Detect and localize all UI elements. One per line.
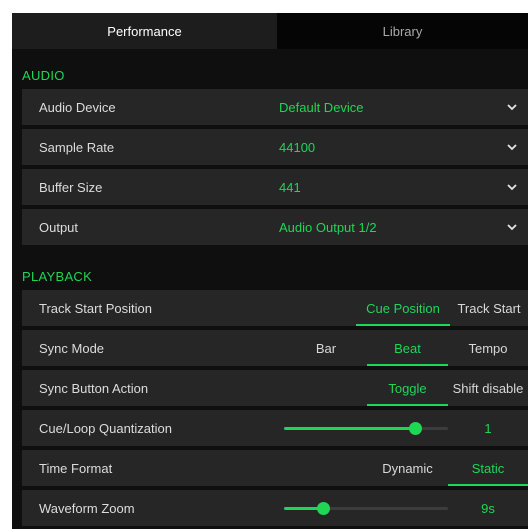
chevron-down-icon xyxy=(507,144,517,151)
option-bar[interactable]: Bar xyxy=(286,330,366,366)
sync-button-action-row: Sync Button Action Toggle Shift disable xyxy=(22,370,528,406)
audio-device-select[interactable]: Audio Device Default Device xyxy=(22,89,528,125)
output-value: Audio Output 1/2 xyxy=(279,219,377,235)
time-format-label: Time Format xyxy=(39,460,113,476)
sync-button-action-label: Sync Button Action xyxy=(39,380,149,396)
option-track-start[interactable]: Track Start xyxy=(450,290,528,326)
option-beat[interactable]: Beat xyxy=(367,330,448,366)
sync-mode-label: Sync Mode xyxy=(39,340,105,356)
tab-performance[interactable]: Performance xyxy=(12,13,277,49)
option-dynamic[interactable]: Dynamic xyxy=(367,450,448,486)
playback-section-title: PLAYBACK xyxy=(22,269,93,284)
audio-device-value: Default Device xyxy=(279,99,364,115)
waveform-zoom-label: Waveform Zoom xyxy=(39,500,135,516)
waveform-zoom-value: 9s xyxy=(481,500,495,516)
cue-loop-quantization-label: Cue/Loop Quantization xyxy=(39,420,172,436)
chevron-down-icon xyxy=(507,224,517,231)
preferences-window: Performance Library AUDIO Audio Device D… xyxy=(12,13,528,529)
option-tempo[interactable]: Tempo xyxy=(448,330,528,366)
buffer-size-label: Buffer Size xyxy=(39,179,103,195)
option-shift-disable[interactable]: Shift disable xyxy=(448,370,528,406)
sample-rate-select[interactable]: Sample Rate 44100 xyxy=(22,129,528,165)
cue-loop-quantization-value: 1 xyxy=(484,420,492,436)
track-start-position-row: Track Start Position Cue Position Track … xyxy=(22,290,528,326)
sync-mode-row: Sync Mode Bar Beat Tempo xyxy=(22,330,528,366)
slider-thumb[interactable] xyxy=(409,422,423,435)
slider-fill xyxy=(284,427,416,430)
buffer-size-select[interactable]: Buffer Size 441 xyxy=(22,169,528,205)
sample-rate-value: 44100 xyxy=(279,139,316,155)
chevron-down-icon xyxy=(507,184,517,191)
chevron-down-icon xyxy=(507,104,517,111)
sample-rate-label: Sample Rate xyxy=(39,139,115,155)
waveform-zoom-slider[interactable] xyxy=(284,490,448,526)
option-toggle[interactable]: Toggle xyxy=(367,370,448,406)
option-static[interactable]: Static xyxy=(448,450,528,486)
option-cue-position[interactable]: Cue Position xyxy=(356,290,450,326)
tab-library[interactable]: Library xyxy=(277,13,528,49)
waveform-zoom-row: Waveform Zoom 9s xyxy=(22,490,528,526)
audio-section-title: AUDIO xyxy=(22,68,65,83)
cue-loop-quantization-row: Cue/Loop Quantization 1 xyxy=(22,410,528,446)
output-select[interactable]: Output Audio Output 1/2 xyxy=(22,209,528,245)
cue-loop-quantization-slider[interactable] xyxy=(284,410,448,446)
tab-bar: Performance Library xyxy=(12,13,528,49)
track-start-position-label: Track Start Position xyxy=(39,300,152,316)
slider-thumb[interactable] xyxy=(317,502,331,515)
time-format-row: Time Format Dynamic Static xyxy=(22,450,528,486)
output-label: Output xyxy=(39,219,79,235)
audio-device-label: Audio Device xyxy=(39,99,116,115)
buffer-size-value: 441 xyxy=(279,179,301,195)
